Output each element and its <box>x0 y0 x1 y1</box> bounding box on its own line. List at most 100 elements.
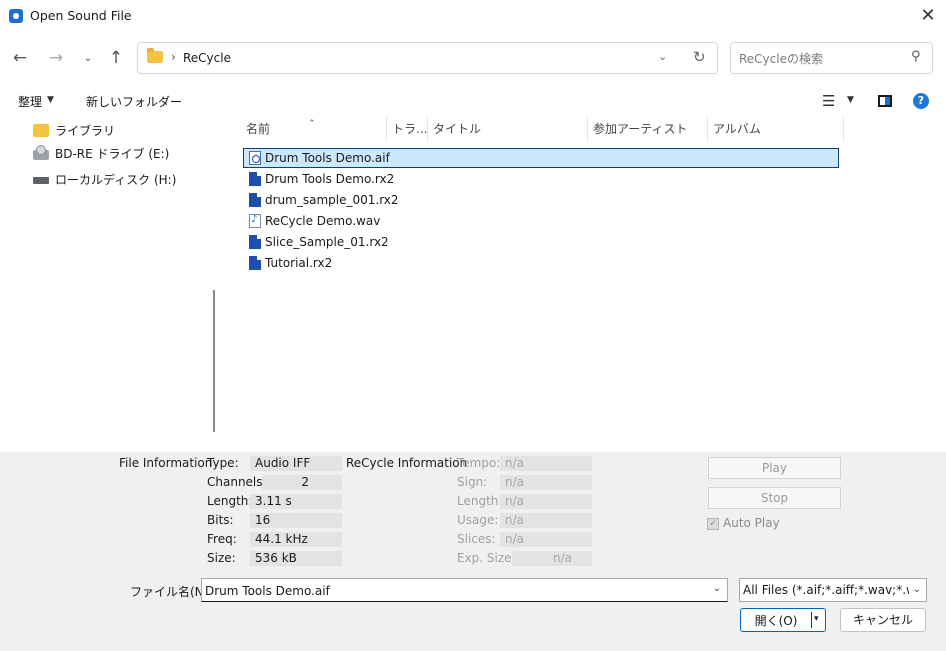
file-row[interactable]: ReCycle Demo.wav <box>243 211 839 231</box>
recycle-info-label: Sign: <box>457 475 488 489</box>
help-icon[interactable]: ? <box>913 93 929 109</box>
back-button[interactable]: ← <box>8 46 32 70</box>
refresh-icon[interactable]: ↻ <box>693 48 706 66</box>
file-info-value: 44.1 kHz <box>250 532 342 547</box>
auto-play-label: Auto Play <box>723 516 780 530</box>
breadcrumb[interactable]: ReCycle <box>183 51 231 65</box>
address-bar[interactable]: › ReCycle ⌄ ↻ <box>137 42 718 74</box>
column-header-album[interactable]: アルバム <box>708 116 844 142</box>
file-info-value: 536 kB <box>250 551 342 566</box>
aif-file-icon <box>249 151 261 165</box>
view-options-icon[interactable]: ☰ <box>822 92 835 110</box>
open-button-label: 開く(O) <box>754 614 798 628</box>
open-button-divider <box>811 612 812 628</box>
column-header-track[interactable]: トラ... <box>387 116 428 142</box>
file-info-value: 2 <box>262 475 342 490</box>
column-header-title[interactable]: タイトル <box>428 116 588 142</box>
file-info-value: 3.11 s <box>250 494 342 509</box>
sort-ascending-icon: ⌃ <box>308 119 316 129</box>
rx2-file-icon <box>249 235 261 249</box>
file-row[interactable]: Slice_Sample_01.rx2 <box>243 232 839 252</box>
recycle-info-value: n/a <box>512 551 592 566</box>
sidebar-item-bd-drive[interactable]: BD-RE ドライブ (E:) <box>33 143 169 163</box>
sidebar-item-library[interactable]: ライブラリ <box>33 120 115 140</box>
file-name: drum_sample_001.rx2 <box>265 193 399 207</box>
rx2-file-icon <box>249 256 261 270</box>
recycle-info-label: Exp. Size: <box>457 551 516 565</box>
file-name: Slice_Sample_01.rx2 <box>265 235 389 249</box>
navigation-scrollbar-thumb[interactable] <box>213 290 215 432</box>
search-box[interactable]: ⚲ <box>730 42 933 74</box>
cancel-button[interactable]: キャンセル <box>840 608 926 632</box>
hard-drive-icon <box>33 177 49 184</box>
rx2-file-icon <box>249 172 261 186</box>
forward-button[interactable]: → <box>44 46 68 70</box>
recycle-info-label: Length: <box>457 494 503 508</box>
file-type-value: All Files (*.aif;*.aiff;*.wav;*.wave <box>743 583 909 597</box>
file-info-label: Size: <box>207 551 236 565</box>
title-bar <box>0 0 946 32</box>
filename-input[interactable] <box>205 582 705 599</box>
recycle-info-value: n/a <box>500 532 592 547</box>
sidebar-item-label: ローカルディスク (H:) <box>55 172 177 187</box>
file-type-select[interactable]: All Files (*.aif;*.aiff;*.wav;*.wave ⌄ <box>739 578 927 602</box>
window-title: Open Sound File <box>30 8 132 23</box>
filename-combobox[interactable]: ⌄ <box>201 578 728 602</box>
recycle-info-label: Slices: <box>457 532 496 546</box>
auto-play-checkbox[interactable]: ✓ <box>707 518 719 530</box>
file-info-heading: File Information <box>119 456 213 470</box>
recycle-info-label: Usage: <box>457 513 499 527</box>
recycle-info-value: n/a <box>500 456 592 471</box>
navigation-pane: ライブラリ BD-RE ドライブ (E:) ローカルディスク (H:) <box>0 116 221 452</box>
chevron-down-icon[interactable]: ⌄ <box>713 583 721 594</box>
sidebar-item-label: BD-RE ドライブ (E:) <box>55 146 170 161</box>
recycle-info-heading: ReCycle Information <box>346 456 468 470</box>
column-header-artist[interactable]: 参加アーティスト <box>588 116 708 142</box>
file-info-label: Channels: <box>207 475 267 489</box>
search-icon[interactable]: ⚲ <box>911 49 921 64</box>
organize-caret-icon[interactable]: ▼ <box>47 95 54 105</box>
recycle-info-value: n/a <box>500 513 592 528</box>
play-button[interactable]: Play <box>708 457 841 479</box>
file-name: Drum Tools Demo.aif <box>265 151 390 165</box>
file-name: Tutorial.rx2 <box>265 256 333 270</box>
recycle-info-value: n/a <box>500 494 592 509</box>
rx2-file-icon <box>249 193 261 207</box>
new-folder-button[interactable]: 新しいフォルダー <box>86 93 182 110</box>
recycle-info-label: Tempo: <box>457 456 501 470</box>
file-info-label: Freq: <box>207 532 237 546</box>
file-info-label: Bits: <box>207 513 234 527</box>
file-row[interactable]: Drum Tools Demo.aif <box>243 148 839 168</box>
organize-button[interactable]: 整理 <box>18 93 42 110</box>
file-row[interactable]: Drum Tools Demo.rx2 <box>243 169 839 189</box>
open-button[interactable]: 開く(O) ▾ <box>740 608 826 632</box>
stop-button[interactable]: Stop <box>708 487 841 509</box>
sidebar-item-local-disk[interactable]: ローカルディスク (H:) <box>33 169 176 189</box>
preview-pane-icon[interactable] <box>878 95 892 107</box>
address-dropdown-icon[interactable]: ⌄ <box>658 50 667 63</box>
open-options-icon[interactable]: ▾ <box>814 614 819 624</box>
breadcrumb-separator-icon[interactable]: › <box>171 50 176 64</box>
file-row[interactable]: drum_sample_001.rx2 <box>243 190 839 210</box>
recycle-info-value: n/a <box>500 475 592 490</box>
chevron-down-icon[interactable]: ⌄ <box>913 584 921 595</box>
file-info-value: Audio IFF <box>250 456 342 471</box>
wav-file-icon <box>249 214 261 228</box>
folder-icon <box>147 48 163 63</box>
bd-drive-icon <box>33 144 49 160</box>
view-caret-icon[interactable]: ▼ <box>847 95 854 105</box>
sidebar-item-label: ライブラリ <box>55 123 116 138</box>
file-list: ⌃ 名前 トラ... タイトル 参加アーティスト アルバム Drum Tools… <box>241 116 945 452</box>
recent-locations-button[interactable]: ⌄ <box>76 46 100 70</box>
close-button[interactable]: ✕ <box>910 2 946 30</box>
up-button[interactable]: ↑ <box>104 46 128 70</box>
column-header-name[interactable]: ⌃ 名前 <box>241 116 387 142</box>
column-header-label: 名前 <box>246 122 271 136</box>
file-name: Drum Tools Demo.rx2 <box>265 172 395 186</box>
search-input[interactable] <box>739 50 899 67</box>
file-info-label: Length: <box>207 494 253 508</box>
file-row[interactable]: Tutorial.rx2 <box>243 253 839 273</box>
file-info-label: Type: <box>207 456 239 470</box>
library-icon <box>33 123 49 137</box>
file-info-value: 16 <box>250 513 342 528</box>
